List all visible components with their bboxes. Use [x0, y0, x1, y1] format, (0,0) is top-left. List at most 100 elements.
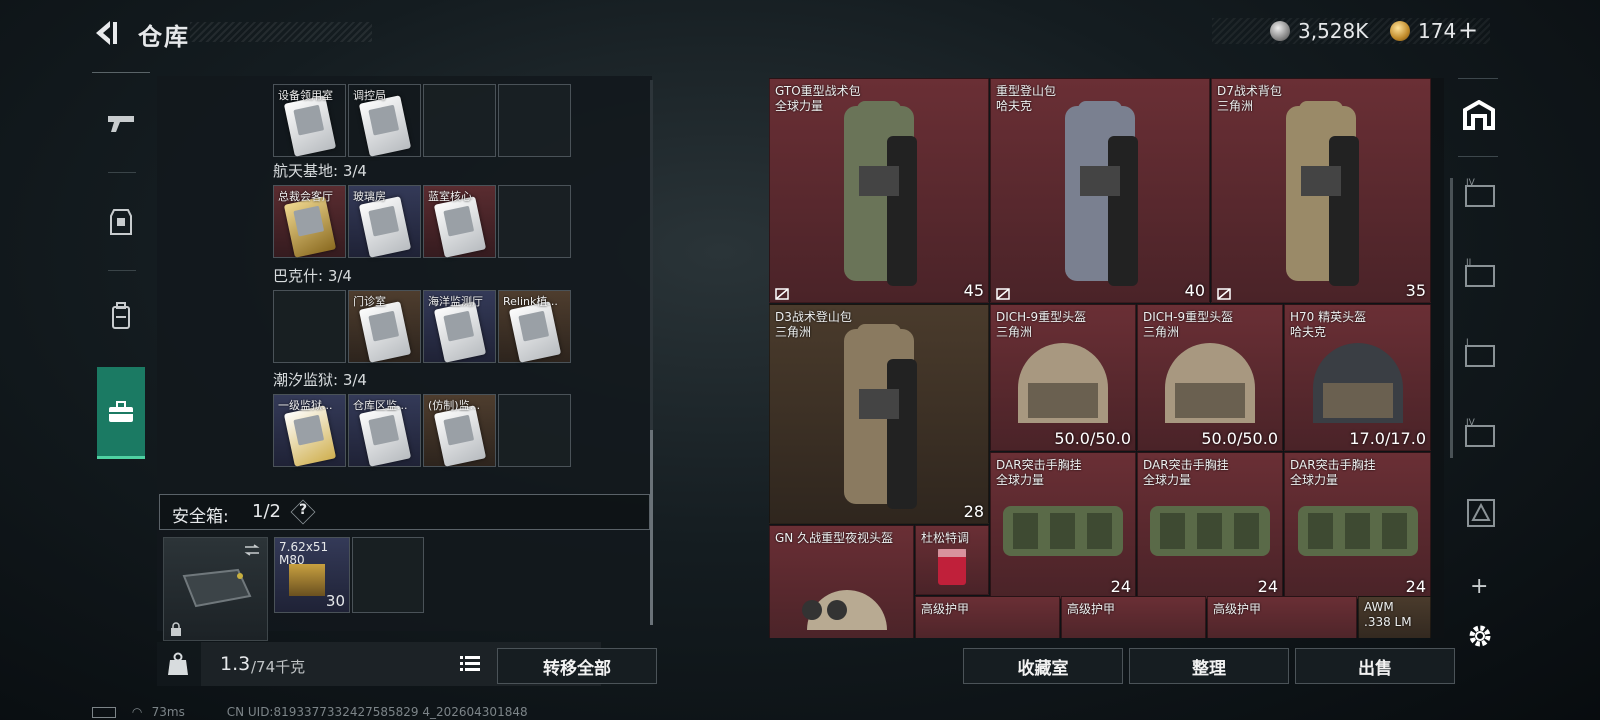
item-brand: 哈夫克 — [996, 99, 1033, 113]
key-slot-empty[interactable] — [273, 290, 346, 363]
storage-tab-5[interactable] — [1464, 496, 1498, 530]
key-slot[interactable]: 玻璃房 — [348, 185, 421, 258]
key-slot[interactable]: 总裁会客厅 — [273, 185, 346, 258]
inventory-item[interactable]: D7战术背包 三角洲 35 — [1211, 78, 1431, 303]
collection-room-button[interactable]: 收藏室 — [963, 648, 1123, 684]
inventory-item[interactable]: DAR突击手胸挂 全球力量 24 — [1137, 452, 1283, 599]
safebox-empty-slot[interactable] — [352, 537, 424, 613]
sell-button[interactable]: 出售 — [1295, 648, 1455, 684]
wifi-icon: ◠ — [131, 705, 143, 719]
sort-button[interactable]: 整理 — [1129, 648, 1289, 684]
inventory-item[interactable]: DAR突击手胸挂 全球力量 24 — [990, 452, 1136, 599]
key-slot[interactable]: 设备领用室 — [273, 84, 346, 157]
key-slot[interactable]: 蓝室核心 — [423, 185, 496, 258]
svg-text:II: II — [1466, 258, 1471, 268]
item-brand: 哈夫克 — [1290, 325, 1327, 339]
key-slot[interactable]: 调控局 — [348, 84, 421, 157]
back-button[interactable] — [92, 18, 120, 48]
storage-tab-1[interactable]: IV — [1464, 176, 1498, 210]
left-scrollbar[interactable] — [650, 80, 653, 625]
item-name: AWM — [1364, 600, 1394, 614]
inventory-item[interactable]: D3战术登山包 三角洲 28 — [769, 304, 989, 524]
key-slot-empty[interactable] — [498, 84, 571, 157]
nav-equipment[interactable] — [90, 176, 152, 268]
add-storage-button[interactable]: + — [1470, 574, 1488, 599]
inventory-item[interactable]: 高级护甲 — [1061, 596, 1206, 638]
right-category-nav: IV II I IV + — [1452, 78, 1506, 647]
key-slot-empty[interactable] — [423, 84, 496, 157]
inventory-item[interactable]: 杜松特调 — [915, 525, 989, 595]
item-brand: .338 LM — [1364, 615, 1412, 629]
pistol-icon — [108, 116, 134, 132]
item-value: 24 — [1405, 577, 1426, 596]
back-arrow-icon — [96, 21, 117, 45]
key-slot[interactable]: 一级监狱... — [273, 394, 346, 467]
ping-text: 73ms — [151, 705, 185, 719]
item-value: 28 — [963, 502, 984, 521]
transfer-all-button[interactable]: 转移全部 — [497, 648, 657, 684]
item-value: 50.0/50.0 — [1054, 429, 1131, 448]
item-brand: 全球力量 — [1143, 473, 1192, 487]
inventory-item[interactable]: H70 精英头盔 哈夫克 17.0/17.0 — [1284, 304, 1431, 451]
nav-backpack[interactable] — [90, 270, 152, 362]
inventory-item[interactable]: AWM .338 LM — [1358, 596, 1431, 638]
item-brand: 三角洲 — [775, 325, 812, 339]
inventory-item[interactable]: 高级护甲 — [915, 596, 1060, 638]
storage-tab-4[interactable]: IV — [1464, 416, 1498, 450]
nav-keys[interactable] — [97, 367, 145, 459]
help-mark: ? — [299, 502, 308, 518]
premium-currency-amount: 174 — [1418, 19, 1457, 43]
list-view-button[interactable] — [460, 654, 480, 674]
inventory-item[interactable]: DICH-9重型头盔 三角洲 50.0/50.0 — [990, 304, 1136, 451]
safebox-slot[interactable] — [163, 537, 268, 641]
key-slot-empty[interactable] — [498, 394, 571, 467]
inventory-item[interactable]: GN 久战重型夜视头盔 — [769, 525, 914, 638]
key-group-title: 航天基地: 3/4 — [273, 162, 367, 180]
left-category-nav — [90, 72, 152, 472]
gear-icon — [1469, 625, 1491, 647]
key-slot[interactable]: 门诊室 — [348, 290, 421, 363]
inventory-item[interactable]: DAR突击手胸挂 全球力量 24 — [1284, 452, 1431, 599]
inventory-item[interactable]: DICH-9重型头盔 三角洲 50.0/50.0 — [1137, 304, 1283, 451]
list-icon — [460, 656, 480, 671]
ammo-name: 7.62x51 — [279, 540, 329, 554]
item-value: 35 — [1405, 281, 1426, 300]
nav-weapons[interactable] — [90, 78, 152, 170]
storage-case-icon: IV — [1465, 418, 1495, 447]
backpack-icon — [112, 302, 130, 329]
key-slot[interactable]: Relink植... — [498, 290, 571, 363]
inventory-item[interactable]: 重型登山包 哈夫克 40 — [990, 78, 1210, 303]
warehouse-icon — [1463, 99, 1495, 130]
key-slot[interactable]: 海洋监测厅 — [423, 290, 496, 363]
armor-icon — [110, 209, 132, 235]
key-group-title: 巴克什: 3/4 — [273, 267, 352, 285]
key-group-2: 门诊室 海洋监测厅 Relink植... — [273, 290, 573, 366]
page-title: 仓库 — [138, 23, 190, 51]
storage-tab-2[interactable]: II — [1464, 256, 1498, 290]
title-decoration — [190, 22, 372, 42]
settings-button[interactable] — [1466, 622, 1494, 650]
ammo-count: 30 — [325, 592, 345, 610]
storage-tab-3[interactable]: I — [1464, 336, 1498, 370]
inventory-item[interactable]: GTO重型战术包 全球力量 45 — [769, 78, 989, 303]
safebox-case-icon — [182, 568, 252, 608]
key-slot-empty[interactable] — [498, 185, 571, 258]
item-value: 24 — [1257, 577, 1278, 596]
add-currency-button[interactable]: + — [1458, 16, 1478, 44]
weight-icon — [168, 652, 188, 675]
item-value: 45 — [963, 281, 984, 300]
key-group-title: 潮汐监狱: 3/4 — [273, 371, 367, 389]
key-slot[interactable]: 仓库区监... — [348, 394, 421, 467]
safebox-count: 1/2 — [252, 501, 281, 522]
inventory-item[interactable]: 高级护甲 — [1207, 596, 1357, 638]
key-group-0: 设备领用室 调控局 — [273, 84, 573, 166]
key-slot[interactable]: (仿制)监... — [423, 394, 496, 467]
right-scrollbar[interactable] — [1450, 178, 1453, 458]
ammo-slot[interactable]: 7.62x51 M80 30 — [274, 537, 350, 613]
item-value: 24 — [1110, 577, 1131, 596]
item-brand: 全球力量 — [1290, 473, 1339, 487]
uid-text: CN UID:8193377332427585829 4_20260430184… — [226, 705, 528, 719]
warehouse-home-button[interactable] — [1462, 99, 1496, 130]
swap-icon[interactable] — [244, 544, 260, 556]
silver-coin-icon — [1270, 21, 1290, 41]
